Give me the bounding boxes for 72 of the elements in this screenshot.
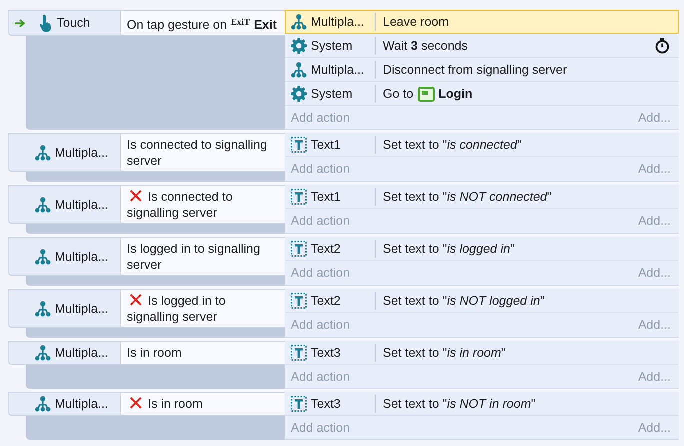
action-text: Leave room [383,15,450,29]
object-name: Multipla... [311,63,364,77]
network-icon [35,196,51,212]
action-text: Set text to "is NOT logged in" [383,294,545,308]
network-icon [291,62,307,78]
action-text: Set text to "is logged in" [383,242,515,256]
network-icon [35,248,51,264]
object-name: Text1 [311,190,341,204]
object-name: System [311,87,353,101]
object-name: Multipla... [55,198,108,212]
action-text: Disconnect from signalling server [383,63,568,77]
condition-text: Is logged in to signalling server [127,242,260,272]
network-icon [35,396,51,412]
action-text: Go to [383,87,414,101]
condition-text: Is in room [148,397,203,411]
sprite-thumbnail: ExiT [231,17,250,27]
object-name: Text2 [311,242,341,256]
object-name: Text3 [311,397,341,411]
object-name: Touch [57,16,90,30]
action-row[interactable]: Text3 Set text to "is NOT in room" [285,392,679,416]
action-row[interactable]: System Wait 3 seconds [285,34,679,58]
gear-icon [291,38,307,54]
object-name: Multipla... [55,302,108,316]
condition-text: Is connected to signalling server [127,190,233,220]
gear-icon [291,86,307,102]
action-row[interactable]: Text3 Set text to "is in room" [285,341,679,365]
text-object-icon [291,396,307,412]
action-row[interactable]: Multipla... Disconnect from signalling server [285,58,679,82]
text-object-icon [291,293,307,309]
condition-cell[interactable]: Is connected to signalling server [121,134,285,171]
action-text: Set text to "is NOT connected" [383,190,552,204]
condition-cell[interactable]: Is in room [121,393,285,415]
network-icon [35,144,51,160]
object-name: Exit [254,18,278,32]
network-icon [35,345,51,361]
action-text: Set text to "is in room" [383,346,506,360]
text-object-icon [291,345,307,361]
action-row[interactable]: Text2 Set text to "is NOT logged in" [285,289,679,313]
condition-cell[interactable]: On tap gesture on $^{ExiT}$ Exit [121,11,285,35]
condition-cell[interactable]: Is in room [121,342,285,364]
hand-icon [39,14,53,32]
object-name: Multipla... [55,250,108,264]
object-name: Text3 [311,346,341,360]
object-name: System [311,39,353,53]
layout-name: Login [438,87,473,101]
text-object-icon [291,137,307,153]
condition-cell[interactable]: Is connected to signalling server [121,186,285,223]
network-icon [291,14,307,30]
object-name: Multipla... [311,15,364,29]
action-text: Wait 3 seconds [383,39,468,53]
network-icon [35,300,51,316]
condition-cell[interactable]: Is logged in to signalling server [121,290,285,327]
action-row[interactable]: Multipla... Leave room [285,10,679,34]
action-row[interactable]: System Go to Login [285,82,679,106]
object-name: Multipla... [55,397,108,411]
condition-text: Is in room [127,346,182,360]
condition-text: Is connected to signalling server [127,138,268,168]
action-text: Set text to "is NOT in room" [383,397,536,411]
object-name: Multipla... [55,346,108,360]
condition-text: On tap gesture on [127,18,228,32]
text-object-icon [291,189,307,205]
layout-icon [418,86,435,102]
action-row[interactable]: Text1 Set text to "is connected" [285,133,679,157]
object-name: Text1 [311,138,341,152]
condition-text: Is logged in to signalling server [127,294,226,324]
object-name: Text2 [311,294,341,308]
action-text: Set text to "is connected" [383,138,522,152]
action-row[interactable]: Text1 Set text to "is NOT connected" [285,185,679,209]
text-object-icon [291,241,307,257]
object-name: Multipla... [55,146,108,160]
condition-cell[interactable]: Is logged in to signalling server [121,238,285,275]
action-row[interactable]: Text2 Set text to "is logged in" [285,237,679,261]
